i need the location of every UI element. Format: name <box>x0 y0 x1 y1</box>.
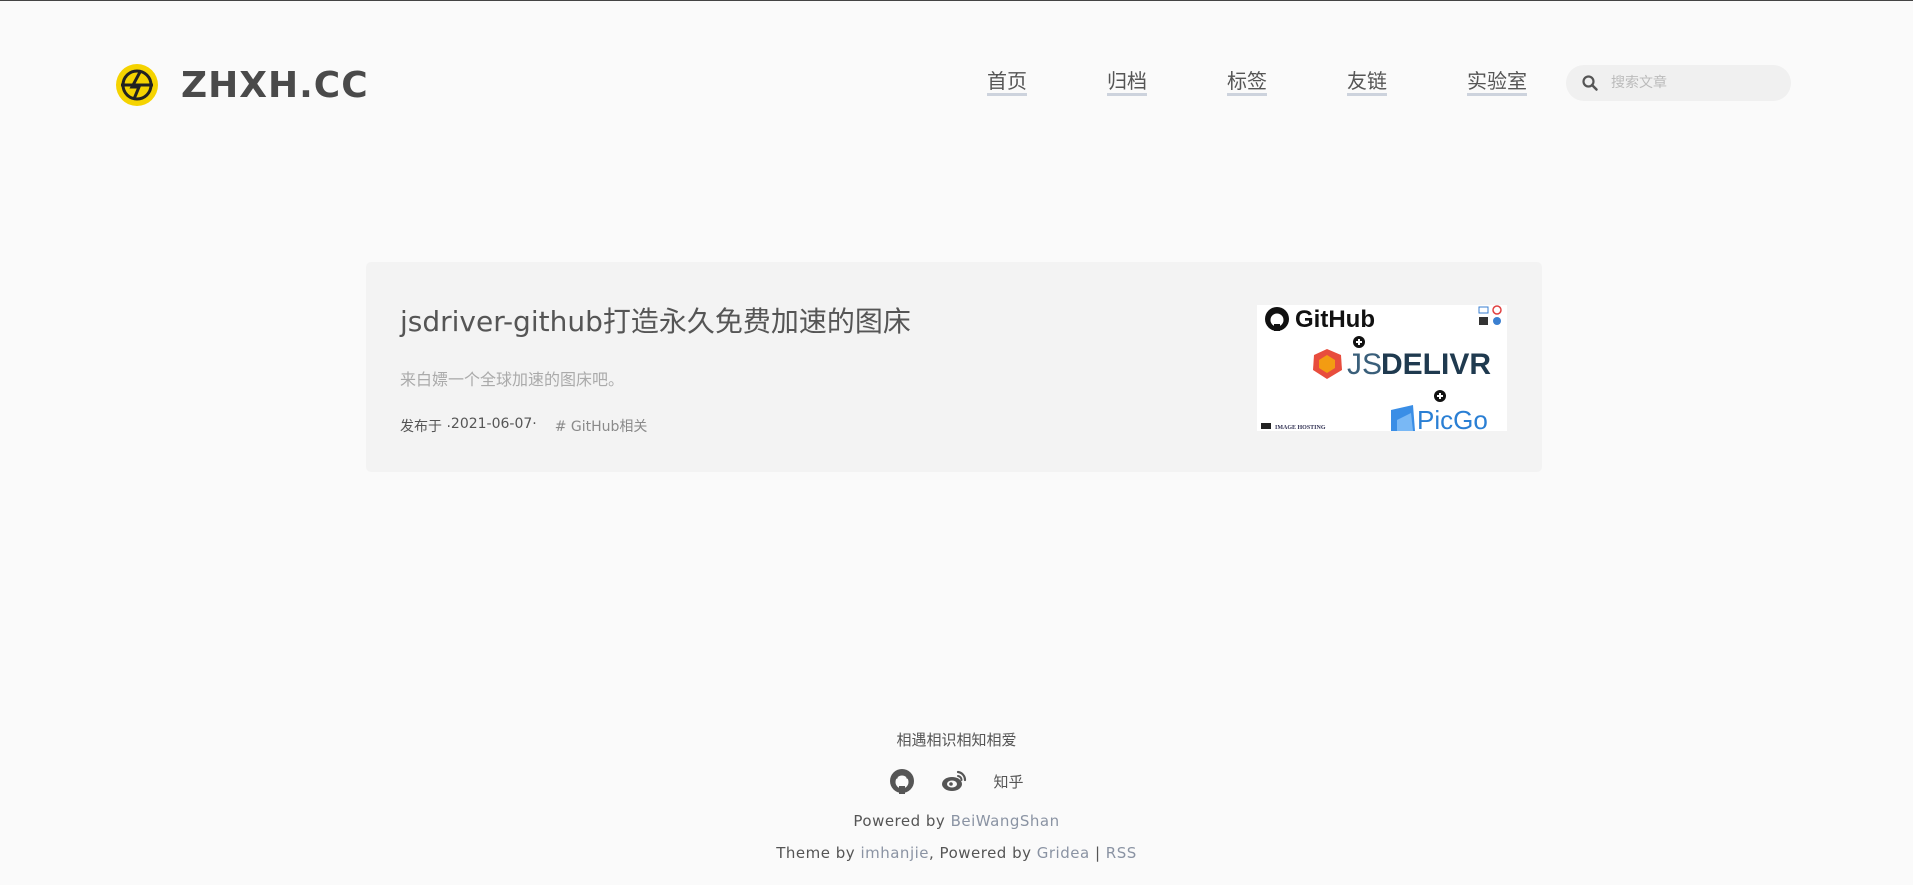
powered-link[interactable]: BeiWangShan <box>951 812 1060 830</box>
date-separator: · <box>532 416 537 432</box>
post-date: 2021-06-07 <box>450 416 533 432</box>
theme-prefix: Theme by <box>776 844 861 862</box>
social-links: 知乎 <box>0 768 1913 794</box>
thumb-github-text: GitHub <box>1295 306 1375 333</box>
search-box[interactable] <box>1566 65 1791 101</box>
search-input[interactable] <box>1609 74 1783 92</box>
thumb-js-text: JS <box>1347 348 1382 381</box>
main-nav: 首页 归档 标签 友链 实验室 <box>987 69 1527 96</box>
nav-friends[interactable]: 友链 <box>1347 69 1387 96</box>
site-logo-link[interactable]: ZHXH.CC <box>115 63 369 107</box>
post-title[interactable]: jsdriver-github打造永久免费加速的图床 <box>400 300 911 340</box>
published-label: 发布于 · <box>400 419 451 435</box>
footer-motto: 相遇相识相知相爱 <box>896 731 1017 749</box>
powered-prefix: Powered by <box>853 812 951 830</box>
site-header: ZHXH.CC 首页 归档 标签 友链 实验室 <box>0 1 1913 171</box>
thumbnail-image: GitHub JS DELIVR PicGo IMAGE HOSTING <box>1257 305 1507 431</box>
site-title[interactable]: ZHXH.CC <box>181 65 369 106</box>
gridea-link[interactable]: Gridea <box>1037 844 1090 862</box>
powered-by: Powered by BeiWangShan <box>0 812 1913 830</box>
theme-mid: , Powered by <box>929 844 1037 862</box>
nav-tags[interactable]: 标签 <box>1227 69 1267 96</box>
post-tag[interactable]: # GitHub相关 <box>555 416 648 436</box>
weibo-icon[interactable] <box>941 768 967 794</box>
site-footer: 相遇相识相知相爱 知乎 Powered by BeiWangShan Theme… <box>0 721 1913 862</box>
post-thumbnail[interactable]: GitHub JS DELIVR PicGo IMAGE HOSTING <box>1257 305 1507 431</box>
github-icon[interactable] <box>889 768 915 794</box>
nav-home[interactable]: 首页 <box>987 69 1027 96</box>
post-card[interactable]: jsdriver-github打造永久免费加速的图床 来白嫖一个全球加速的图床吧… <box>366 262 1542 472</box>
zhihu-link[interactable]: 知乎 <box>993 771 1023 792</box>
nav-archive[interactable]: 归档 <box>1107 69 1147 96</box>
nav-lab[interactable]: 实验室 <box>1467 69 1527 96</box>
theme-separator: | <box>1089 844 1106 862</box>
rss-link[interactable]: RSS <box>1106 844 1137 862</box>
thumb-picgo-text: PicGo <box>1417 405 1488 431</box>
logo-icon <box>116 64 158 106</box>
github-logo-icon <box>1265 307 1289 331</box>
post-summary: 来白嫖一个全球加速的图床吧。 <box>400 370 625 389</box>
theme-credits: Theme by imhanjie, Powered by Gridea | R… <box>0 844 1913 862</box>
thumb-caption-text: IMAGE HOSTING <box>1275 425 1326 431</box>
search-icon <box>1582 75 1598 91</box>
theme-author-link[interactable]: imhanjie <box>860 844 929 862</box>
post-meta: 发布于 · 2021-06-07 · # GitHub相关 <box>400 416 647 436</box>
thumb-delivr-text: DELIVR <box>1381 348 1491 381</box>
